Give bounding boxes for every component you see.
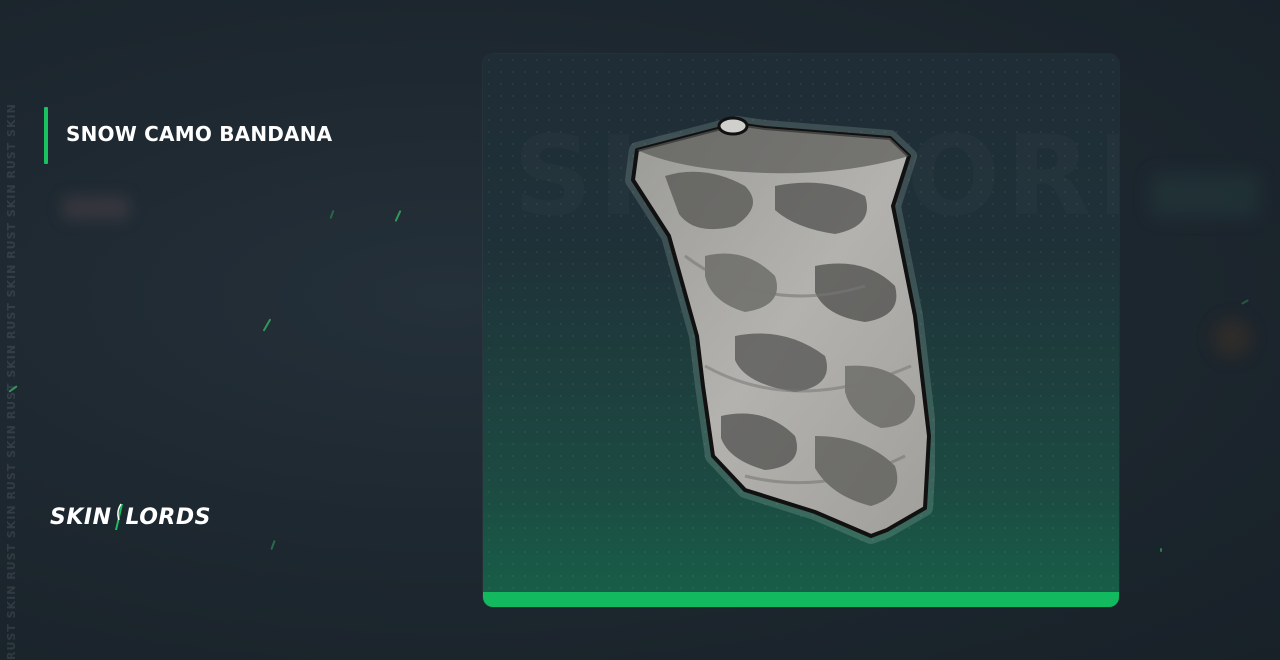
background-blur [1212,318,1252,358]
item-title: SNOW CAMO BANDANA [66,122,333,146]
snow-camo-bandana-image [625,116,935,544]
sparkle-decoration [270,539,276,551]
watermark-text: RUST SKIN RUST SKIN RUST SKIN RUST SKIN … [5,103,17,660]
background-blur [1150,172,1260,218]
sparkle-decoration [1160,548,1162,552]
logo-text-lords: LORDS [125,504,211,530]
sparkle-decoration [394,210,402,222]
card-accent-bar [483,592,1119,607]
blurred-price-tag [62,196,130,220]
logo-slash-icon [114,503,123,530]
logo-text-skin: SKIN [50,504,112,530]
title-accent-bar [44,107,48,164]
skinlords-logo: SKIN LORDS [50,500,211,534]
sparkle-decoration [329,209,335,220]
item-card: SKINLORDS [483,54,1119,607]
sparkle-decoration [1241,299,1249,305]
sparkle-decoration [262,318,272,332]
vertical-watermark: RUST SKIN RUST SKIN RUST SKIN RUST SKIN … [5,0,17,660]
